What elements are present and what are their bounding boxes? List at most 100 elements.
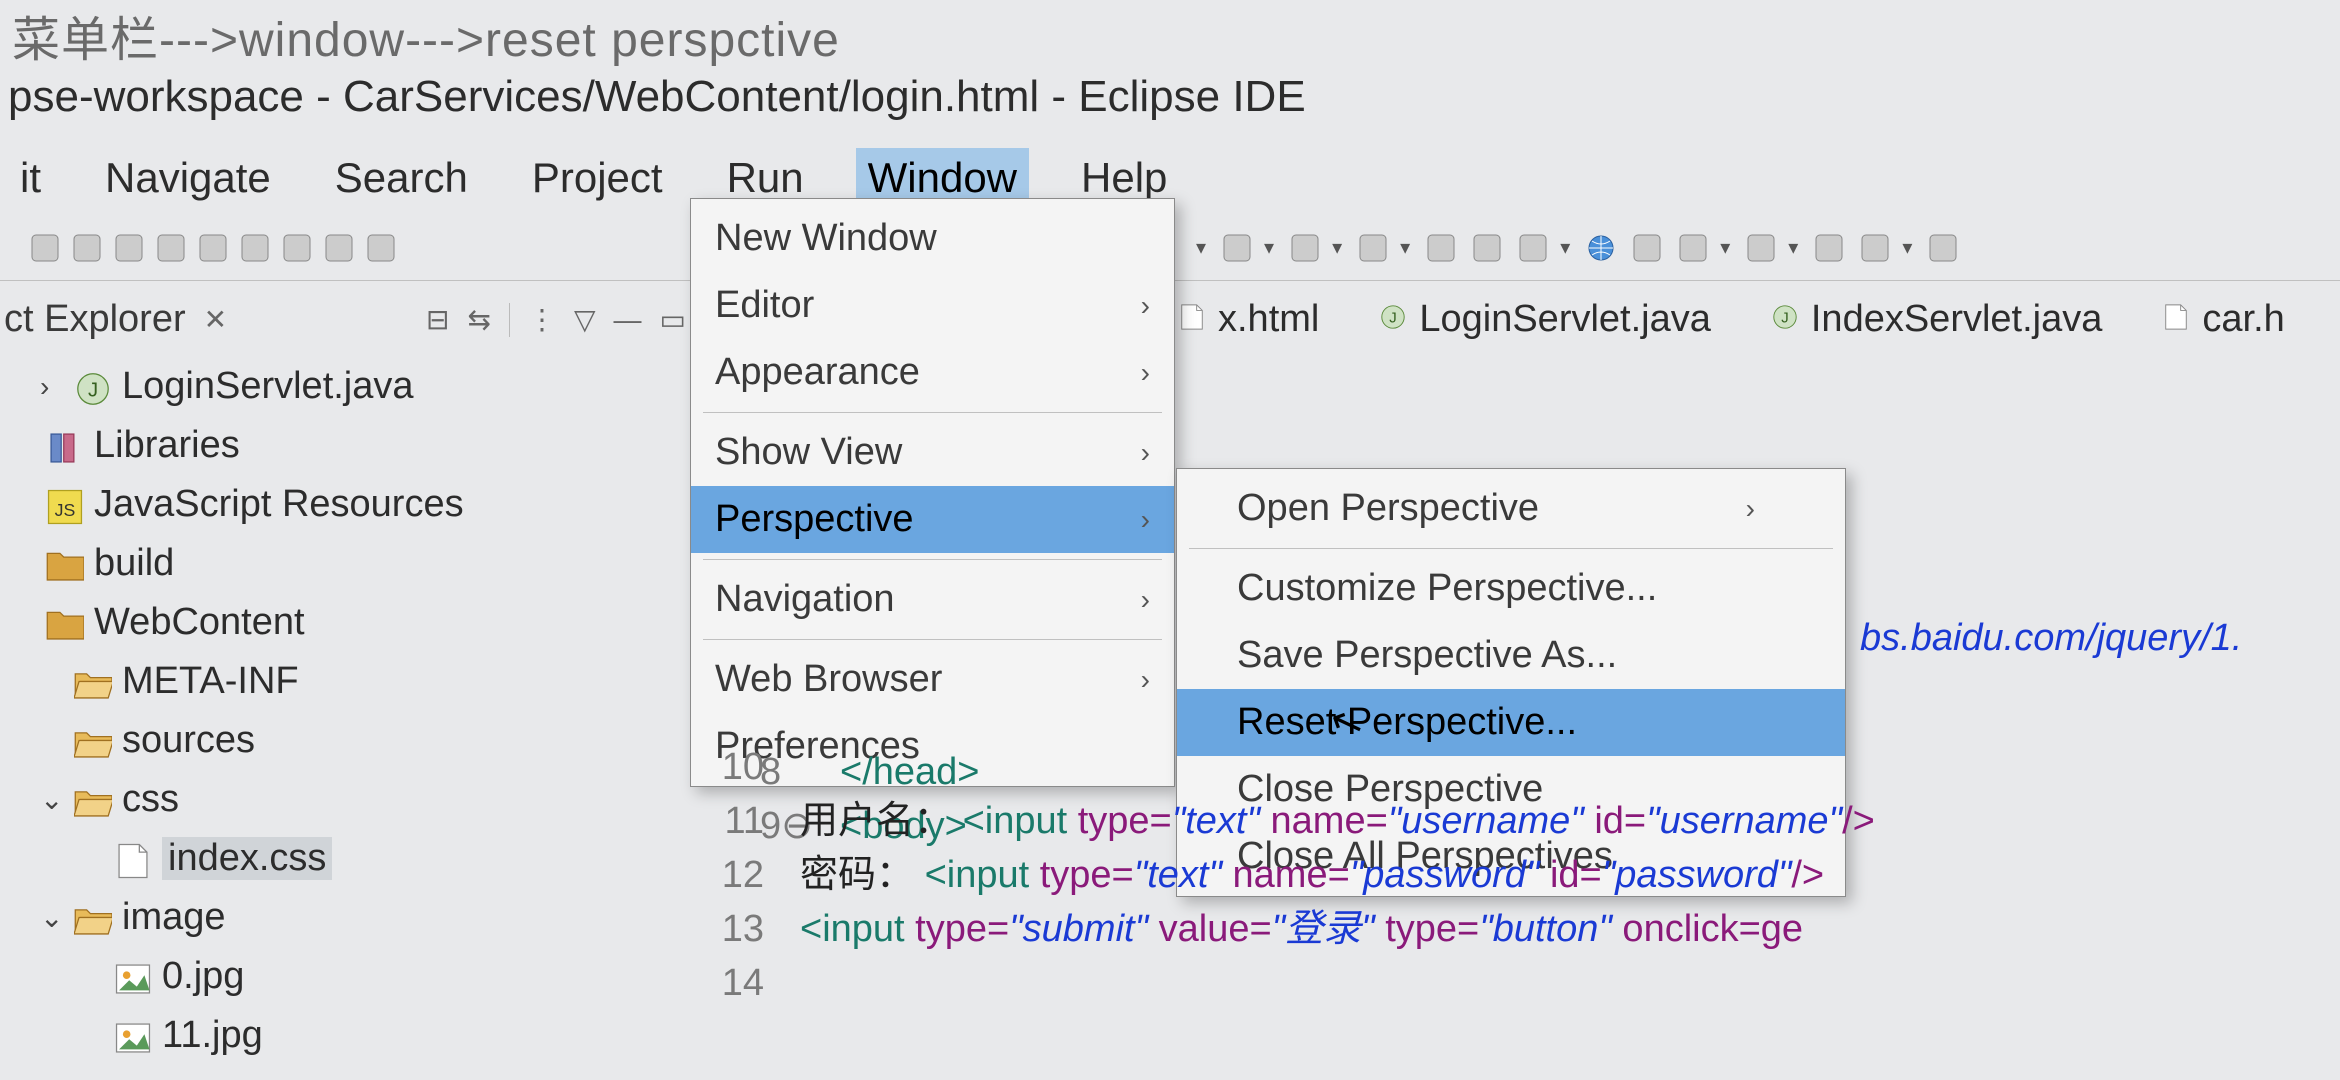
menu-item-editor[interactable]: Editor› [691,272,1174,339]
expand-icon[interactable]: ⌄ [40,783,74,816]
menu-project[interactable]: Project [520,148,675,208]
save-all-icon[interactable] [114,233,144,263]
menu-item-appearance[interactable]: Appearance› [691,339,1174,406]
folder-icon [46,547,84,581]
run-icon[interactable] [198,233,228,263]
tree-item[interactable]: Libraries [0,416,690,475]
browser-icon[interactable] [1586,233,1616,263]
submenu-item-save-perspective-as-[interactable]: Save Perspective As... [1177,622,1845,689]
maximize-icon[interactable]: ▭ [660,303,686,336]
submenu-arrow-icon: › [1141,664,1150,696]
open-type-icon[interactable] [1290,233,1320,263]
task-icon[interactable] [1426,233,1456,263]
filter-icon[interactable] [1678,233,1708,263]
dropdown-arrow-icon[interactable]: ▾ [1788,235,1798,260]
submenu-item-customize-perspective-[interactable]: Customize Perspective... [1177,555,1845,622]
explorer-header: ct Explorer ✕ ⊟ ⇆ ⋮ ▽ — ▭ [0,290,690,349]
dropdown-arrow-icon[interactable]: ▾ [1332,235,1342,260]
view-menu-icon[interactable]: ⋮ [528,303,556,336]
file-icon [114,842,152,876]
close-tab-icon[interactable]: ✕ [204,303,227,336]
java-icon [74,370,112,404]
run-last-icon[interactable] [240,233,270,263]
submenu-arrow-icon: › [1141,504,1150,536]
dropdown-arrow-icon[interactable]: ▾ [1400,235,1410,260]
tab-label: LoginServlet.java [1419,298,1711,341]
expand-icon[interactable]: ⌄ [40,901,74,934]
tree-item[interactable]: build [0,534,690,593]
window-title: pse-workspace - CarServices/WebContent/l… [0,72,1306,122]
tree-label: sources [122,719,255,762]
save-icon[interactable] [72,233,102,263]
coverage-icon[interactable] [366,233,396,263]
submenu-arrow-icon: › [1141,584,1150,616]
forward-icon[interactable] [1928,233,1958,263]
menu-search[interactable]: Search [323,148,480,208]
dropdown-arrow-icon[interactable]: ▾ [1560,235,1570,260]
menu-item-label: Appearance [715,351,1141,394]
tree-item[interactable]: ⌄ css [0,770,690,829]
menu-item-perspective[interactable]: Perspective› [691,486,1174,553]
tree-item[interactable]: ⌄image [0,888,690,947]
editor-tab[interactable]: LoginServlet.java [1379,298,1711,341]
tree-label: css [122,778,179,821]
tree-item[interactable]: index.css [0,829,690,888]
tab-label: IndexServlet.java [1811,298,2103,341]
editor-tabs: x.html LoginServlet.java IndexServlet.java… [1178,298,2340,341]
search-icon[interactable] [1358,233,1388,263]
image-icon [114,960,152,994]
tree-item[interactable]: ›LoginServlet.java [0,357,690,416]
menu-item-label: New Window [715,217,1150,260]
dropdown-arrow-icon[interactable]: ▾ [1902,235,1912,260]
stop-icon[interactable] [282,233,312,263]
next-icon[interactable] [1814,233,1844,263]
format-icon[interactable] [1746,233,1776,263]
tree-item[interactable]: META-INF [0,652,690,711]
menu-item-label: Perspective [715,498,1141,541]
dropdown-arrow-icon[interactable]: ▾ [1720,235,1730,260]
submenu-item-label: Save Perspective As... [1237,634,1755,677]
collapse-all-icon[interactable]: ⊟ [426,303,449,336]
minimize-icon[interactable]: — [614,304,642,336]
dropdown-arrow-icon[interactable]: ▾ [1264,235,1274,260]
folder-open-icon [74,901,112,935]
dropdown-arrow-icon[interactable]: ▾ [1196,235,1206,260]
menu-item-navigation[interactable]: Navigation› [691,566,1174,633]
tree-item[interactable]: WebContent [0,593,690,652]
skip-icon[interactable] [324,233,354,263]
tree-label: WebContent [94,601,305,644]
expand-icon[interactable]: › [40,371,74,403]
submenu-item-open-perspective[interactable]: Open Perspective› [1177,475,1845,542]
menu-item-web-browser[interactable]: Web Browser› [691,646,1174,713]
project-explorer: ct Explorer ✕ ⊟ ⇆ ⋮ ▽ — ▭ ›LoginServlet.… [0,290,690,1065]
bug-icon[interactable] [1222,233,1252,263]
tree-item[interactable]: sources [0,711,690,770]
debug-icon[interactable] [156,233,186,263]
menu-item-show-view[interactable]: Show View› [691,419,1174,486]
menu-item-label: Web Browser [715,658,1141,701]
image-icon [114,1019,152,1053]
editor-tab[interactable]: car.h [2162,298,2284,341]
wand-icon[interactable] [1518,233,1548,263]
tree-label: META-INF [122,660,299,703]
tree-item[interactable]: 0.jpg [0,947,690,1006]
editor-tab[interactable]: IndexServlet.java [1771,298,2103,341]
filter-dropdown-icon[interactable]: ▽ [574,303,596,336]
ant-icon[interactable] [1472,233,1502,263]
new-icon[interactable] [30,233,60,263]
link-editor-icon[interactable]: ⇆ [468,303,491,336]
window-menu: New WindowEditor›Appearance›Show View›Pe… [690,198,1175,787]
explorer-title: ct Explorer [4,298,186,341]
tree-item[interactable]: 11.jpg [0,1006,690,1065]
refresh-icon[interactable] [1632,233,1662,263]
editor-tab[interactable]: x.html [1178,298,1319,341]
js-icon [46,488,84,522]
tree-item[interactable]: JavaScript Resources [0,475,690,534]
menu-it[interactable]: it [8,148,53,208]
back-icon[interactable] [1860,233,1890,263]
menu-navigate[interactable]: Navigate [93,148,283,208]
tab-label: x.html [1218,298,1319,341]
menu-item-new-window[interactable]: New Window [691,205,1174,272]
java-icon [1379,298,1407,341]
code-url-fragment: bs.baidu.com/jquery/1. [1860,615,2242,660]
